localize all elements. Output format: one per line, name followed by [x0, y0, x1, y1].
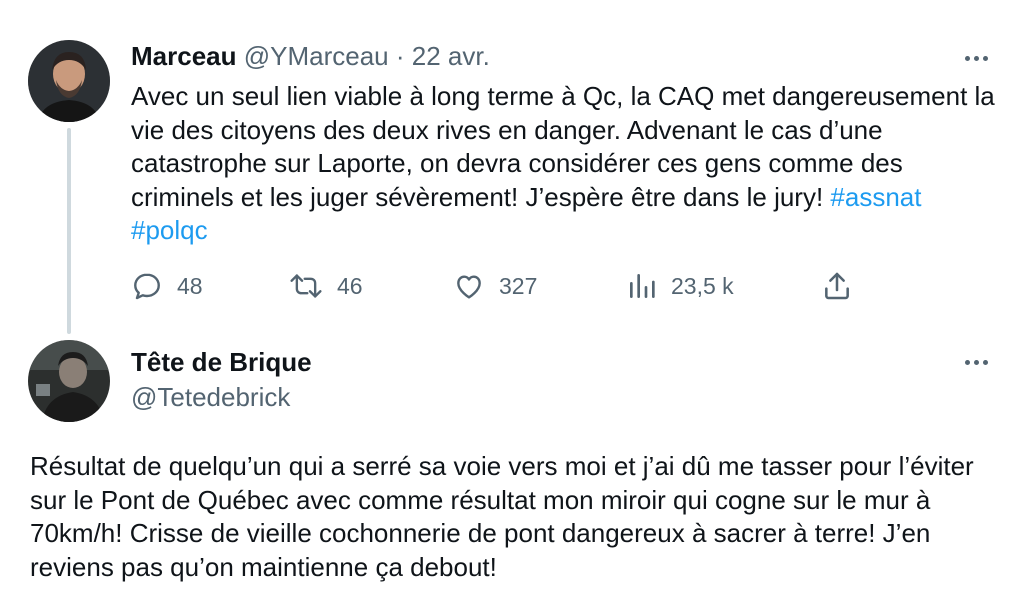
- avatar[interactable]: [28, 340, 110, 422]
- retweet-button[interactable]: 46: [289, 268, 363, 304]
- share-button[interactable]: [821, 268, 853, 304]
- display-name[interactable]: Marceau: [131, 41, 237, 71]
- tweet-actions-bar: 48 46 327 23,5 k: [131, 268, 871, 304]
- display-name[interactable]: Tête de Brique: [131, 346, 312, 378]
- user-handle[interactable]: @YMarceau: [244, 41, 389, 71]
- tweet-header: Marceau @YMarceau · 22 avr.: [131, 40, 490, 72]
- tweet-text: Avec un seul lien viable à long terme à …: [131, 80, 1001, 248]
- like-count: 327: [499, 272, 538, 299]
- heart-icon: [453, 270, 485, 302]
- header-separator: ·: [395, 41, 405, 71]
- tweet-date[interactable]: 22 avr.: [412, 41, 490, 71]
- reply-count: 48: [177, 272, 203, 299]
- reply-button[interactable]: 48: [131, 268, 203, 304]
- more-options-icon[interactable]: [958, 48, 994, 68]
- avatar[interactable]: [28, 40, 110, 122]
- tweet-text: Résultat de quelqu’un qui a serré sa voi…: [30, 451, 974, 582]
- reply-icon: [131, 270, 163, 302]
- views-icon: [627, 270, 657, 302]
- user-handle[interactable]: @Tetedebrick: [131, 381, 290, 413]
- like-button[interactable]: 327: [453, 268, 537, 304]
- view-count: 23,5 k: [671, 272, 734, 299]
- retweet-icon: [289, 270, 323, 302]
- thread-connector-line: [67, 128, 71, 334]
- more-options-icon[interactable]: [958, 352, 994, 372]
- hashtag-link[interactable]: #assnat: [830, 182, 921, 212]
- tweet-thread: Marceau @YMarceau · 22 avr. Avec un seul…: [0, 0, 1022, 602]
- views-button[interactable]: 23,5 k: [627, 268, 734, 304]
- retweet-count: 46: [337, 272, 363, 299]
- hashtag-link[interactable]: #polqc: [131, 215, 208, 245]
- share-icon: [821, 270, 853, 302]
